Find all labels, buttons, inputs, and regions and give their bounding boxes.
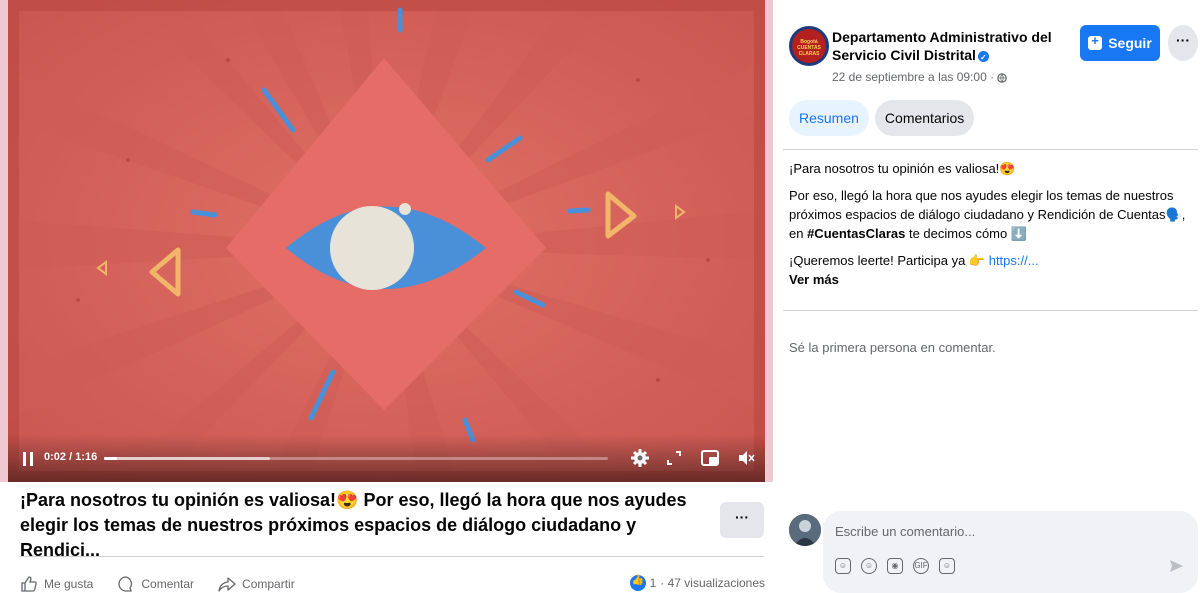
video-player-frame: 0:02 / 1:16 <box>0 0 773 482</box>
comment-bubble-icon <box>118 576 133 592</box>
page-avatar[interactable]: Bogotá CUENTAS CLARAS <box>789 26 829 66</box>
share-label: Compartir <box>242 577 295 591</box>
verified-badge-icon <box>977 49 989 67</box>
fullscreen-icon[interactable] <box>664 448 684 468</box>
like-reaction-icon <box>629 575 646 591</box>
divider <box>783 149 1198 150</box>
current-user-avatar[interactable] <box>789 514 821 546</box>
settings-gear-icon[interactable] <box>630 448 650 468</box>
post-description-p2: Por eso, llegó la hora que nos ayudes el… <box>789 186 1194 243</box>
divider <box>20 556 764 557</box>
follow-button[interactable]: Seguir <box>1080 25 1160 61</box>
view-count: · 47 visualizaciones <box>660 576 765 590</box>
see-more-link[interactable]: Ver más <box>789 270 1194 289</box>
comment-tools: ☺ ☺ ◉ GIF ☺ <box>835 558 955 574</box>
comment-input[interactable] <box>835 521 1175 541</box>
divider <box>783 310 1198 311</box>
emoji-icon[interactable]: ☺ <box>861 558 877 574</box>
page-name[interactable]: Departamento Administrativo del Servicio… <box>832 28 1072 67</box>
video-played-bar <box>104 457 118 460</box>
comment-composer: ☺ ☺ ◉ GIF ☺ <box>823 511 1198 593</box>
follow-plus-icon <box>1088 33 1103 50</box>
camera-icon[interactable]: ◉ <box>887 558 903 574</box>
video-buffered-bar <box>104 457 271 460</box>
send-icon[interactable] <box>1168 558 1184 574</box>
post-title-line-1: ¡Para nosotros tu opinión es valiosa!😍 P… <box>20 490 687 510</box>
page-more-options-button[interactable]: ··· <box>1168 25 1198 61</box>
gif-icon[interactable]: GIF <box>913 558 929 574</box>
avatar-sticker-icon[interactable]: ☺ <box>835 558 851 574</box>
post-description: ¡Para nosotros tu opinión es valiosa!😍 P… <box>789 159 1194 289</box>
like-label: Me gusta <box>44 577 94 591</box>
follow-label: Seguir <box>1108 35 1152 51</box>
post-title[interactable]: ¡Para nosotros tu opinión es valiosa!😍 P… <box>20 488 710 563</box>
url-link[interactable]: https://... <box>989 253 1039 268</box>
thumbs-up-icon <box>21 576 37 592</box>
post-description-p3-text: ¡Queremos leerte! Participa ya 👉 <box>789 253 989 268</box>
post-more-options-button[interactable]: ··· <box>720 502 764 538</box>
video-player[interactable]: 0:02 / 1:16 <box>8 0 765 482</box>
video-time: 0:02 / 1:16 <box>44 451 98 463</box>
post-description-p2-tail: te decimos cómo ⬇️ <box>905 226 1028 241</box>
panel-tabs: Resumen Comentarios <box>789 100 975 136</box>
post-date[interactable]: 22 de septiembre a las 09:00 · <box>832 70 1008 84</box>
video-controls-bar: 0:02 / 1:16 <box>8 434 765 482</box>
reaction-count: 1 <box>649 576 657 590</box>
page-name-line-2: Servicio Civil Distrital <box>832 47 976 63</box>
sticker-icon[interactable]: ☺ <box>939 558 955 574</box>
post-actions: Me gusta Comentar Compartir <box>20 574 295 593</box>
post-description-p3: ¡Queremos leerte! Participa ya 👉 https:/… <box>789 251 1194 270</box>
page-logo-icon: Bogotá CUENTAS CLARAS <box>797 39 821 57</box>
comment-button[interactable]: Comentar <box>117 575 194 593</box>
video-progress-bar[interactable] <box>104 457 608 460</box>
picture-in-picture-icon[interactable] <box>700 448 720 468</box>
volume-muted-icon[interactable] <box>736 448 756 468</box>
like-button[interactable]: Me gusta <box>20 575 93 593</box>
post-stats[interactable]: 1 · 47 visualizaciones <box>629 575 765 591</box>
comment-label: Comentar <box>141 577 195 591</box>
share-arrow-icon <box>218 577 236 592</box>
post-date-text: 22 de septiembre a las 09:00 · <box>832 70 998 84</box>
tab-resumen[interactable]: Resumen <box>789 100 869 136</box>
video-frame-illustration <box>8 0 765 482</box>
tab-comentarios[interactable]: Comentarios <box>874 100 975 136</box>
facebook-video-post: 0:02 / 1:16 ¡Para nosotros tu opinión es… <box>0 0 1203 593</box>
pause-button[interactable] <box>22 452 36 466</box>
user-avatar-icon <box>789 514 821 546</box>
empty-comments-text: Sé la primera persona en comentar. <box>789 340 996 355</box>
page-name-line-1: Departamento Administrativo del <box>832 29 1052 45</box>
share-button[interactable]: Compartir <box>218 575 295 593</box>
hashtag-link[interactable]: #CuentasClaras <box>807 226 905 241</box>
post-description-p1: ¡Para nosotros tu opinión es valiosa!😍 <box>789 161 1016 176</box>
globe-icon <box>997 73 1008 83</box>
